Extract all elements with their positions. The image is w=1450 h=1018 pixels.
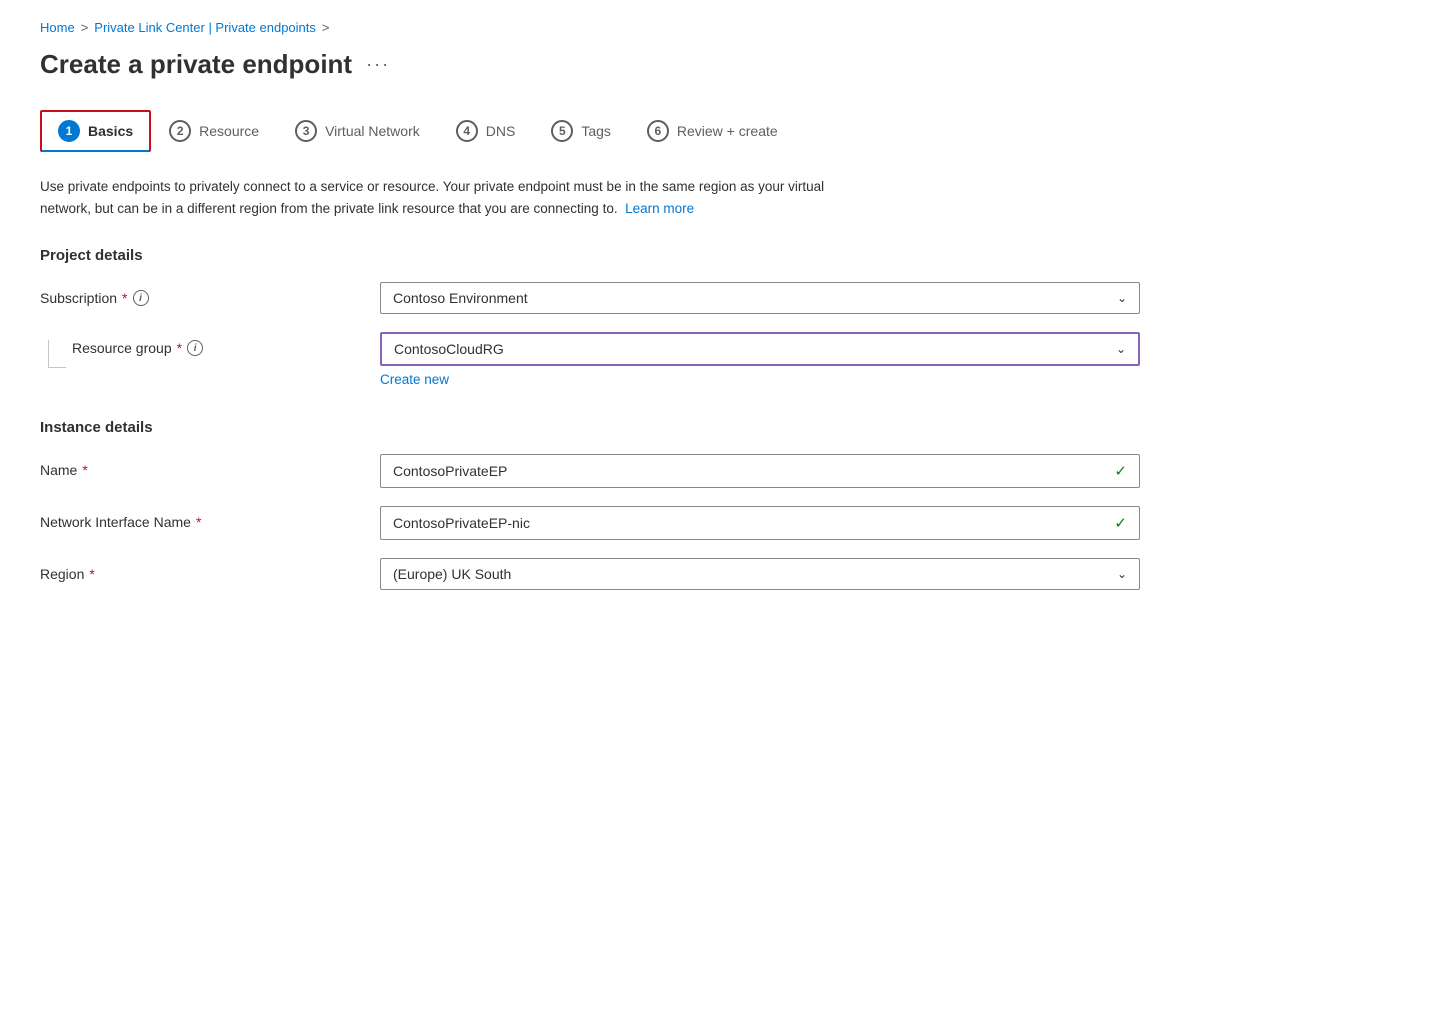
region-label-col: Region *	[40, 558, 380, 582]
nic-name-label-col: Network Interface Name *	[40, 506, 380, 530]
nic-name-required: *	[196, 514, 201, 530]
rg-required: *	[177, 340, 182, 356]
nic-name-value: ContosoPrivateEP-nic	[393, 515, 530, 531]
breadcrumb-home[interactable]: Home	[40, 20, 75, 35]
tab-tags-number: 5	[551, 120, 573, 142]
name-required: *	[82, 462, 87, 478]
page-description: Use private endpoints to privately conne…	[40, 176, 860, 219]
subscription-control: Contoso Environment ⌄	[380, 282, 1140, 314]
breadcrumb-sep1: >	[81, 20, 89, 35]
nic-name-input[interactable]: ContosoPrivateEP-nic ✓	[380, 506, 1140, 540]
subscription-row: Subscription * i Contoso Environment ⌄	[40, 282, 1410, 314]
nic-name-label: Network Interface Name	[40, 514, 191, 530]
nic-name-control: ContosoPrivateEP-nic ✓	[380, 506, 1140, 540]
rg-chevron-icon: ⌄	[1116, 342, 1126, 356]
instance-details-section: Instance details Name * ContosoPrivateEP…	[40, 419, 1410, 590]
tab-vnet-number: 3	[295, 120, 317, 142]
page-title: Create a private endpoint	[40, 49, 352, 80]
tab-review-label: Review + create	[677, 123, 778, 139]
resource-group-label: Resource group	[72, 340, 172, 356]
tab-dns-number: 4	[456, 120, 478, 142]
tab-basics[interactable]: 1 Basics	[40, 110, 151, 152]
subscription-info-icon[interactable]: i	[133, 290, 149, 306]
breadcrumb: Home > Private Link Center | Private end…	[40, 20, 1410, 35]
project-details-section: Project details Subscription * i Contoso…	[40, 247, 1410, 387]
subscription-chevron-icon: ⌄	[1117, 291, 1127, 305]
tab-tags-label: Tags	[581, 123, 611, 139]
tab-review-create[interactable]: 6 Review + create	[629, 110, 796, 152]
name-valid-icon: ✓	[1114, 462, 1127, 480]
tab-virtual-network[interactable]: 3 Virtual Network	[277, 110, 438, 152]
name-value: ContosoPrivateEP	[393, 463, 507, 479]
name-label-col: Name *	[40, 454, 380, 478]
region-required: *	[89, 566, 94, 582]
rg-indent-line	[48, 340, 66, 368]
breadcrumb-sep2: >	[322, 20, 330, 35]
tab-resource[interactable]: 2 Resource	[151, 110, 277, 152]
name-label: Name	[40, 462, 77, 478]
rg-label-group: Resource group * i	[72, 340, 203, 356]
rg-info-icon[interactable]: i	[187, 340, 203, 356]
tab-resource-label: Resource	[199, 123, 259, 139]
breadcrumb-private-link[interactable]: Private Link Center | Private endpoints	[94, 20, 316, 35]
tab-resource-number: 2	[169, 120, 191, 142]
tab-basics-number: 1	[58, 120, 80, 142]
project-details-title: Project details	[40, 247, 1410, 264]
instance-details-title: Instance details	[40, 419, 1410, 436]
resource-group-dropdown[interactable]: ContosoCloudRG ⌄	[380, 332, 1140, 366]
ellipsis-button[interactable]: ···	[362, 52, 394, 77]
tab-dns-label: DNS	[486, 123, 516, 139]
rg-control: ContosoCloudRG ⌄ Create new	[380, 332, 1140, 387]
region-value: (Europe) UK South	[393, 566, 511, 582]
subscription-dropdown[interactable]: Contoso Environment ⌄	[380, 282, 1140, 314]
name-input[interactable]: ContosoPrivateEP ✓	[380, 454, 1140, 488]
rg-indent-col: Resource group * i	[40, 332, 380, 368]
nic-name-valid-icon: ✓	[1114, 514, 1127, 532]
subscription-value: Contoso Environment	[393, 290, 528, 306]
nic-name-row: Network Interface Name * ContosoPrivateE…	[40, 506, 1410, 540]
create-new-link[interactable]: Create new	[380, 372, 449, 387]
name-row: Name * ContosoPrivateEP ✓	[40, 454, 1410, 488]
region-dropdown[interactable]: (Europe) UK South ⌄	[380, 558, 1140, 590]
region-control: (Europe) UK South ⌄	[380, 558, 1140, 590]
page-title-row: Create a private endpoint ···	[40, 49, 1410, 80]
region-label: Region	[40, 566, 84, 582]
tab-basics-label: Basics	[88, 123, 133, 139]
region-row: Region * (Europe) UK South ⌄	[40, 558, 1410, 590]
description-text: Use private endpoints to privately conne…	[40, 179, 824, 216]
resource-group-row: Resource group * i ContosoCloudRG ⌄ Crea…	[40, 332, 1410, 387]
tab-review-number: 6	[647, 120, 669, 142]
tabs-container: 1 Basics 2 Resource 3 Virtual Network 4 …	[40, 110, 1410, 152]
tab-tags[interactable]: 5 Tags	[533, 110, 629, 152]
tab-vnet-label: Virtual Network	[325, 123, 420, 139]
name-control: ContosoPrivateEP ✓	[380, 454, 1140, 488]
subscription-label: Subscription	[40, 290, 117, 306]
region-chevron-icon: ⌄	[1117, 567, 1127, 581]
learn-more-link[interactable]: Learn more	[625, 201, 694, 216]
subscription-label-col: Subscription * i	[40, 282, 380, 306]
subscription-required: *	[122, 290, 127, 306]
tab-dns[interactable]: 4 DNS	[438, 110, 534, 152]
rg-value: ContosoCloudRG	[394, 341, 504, 357]
